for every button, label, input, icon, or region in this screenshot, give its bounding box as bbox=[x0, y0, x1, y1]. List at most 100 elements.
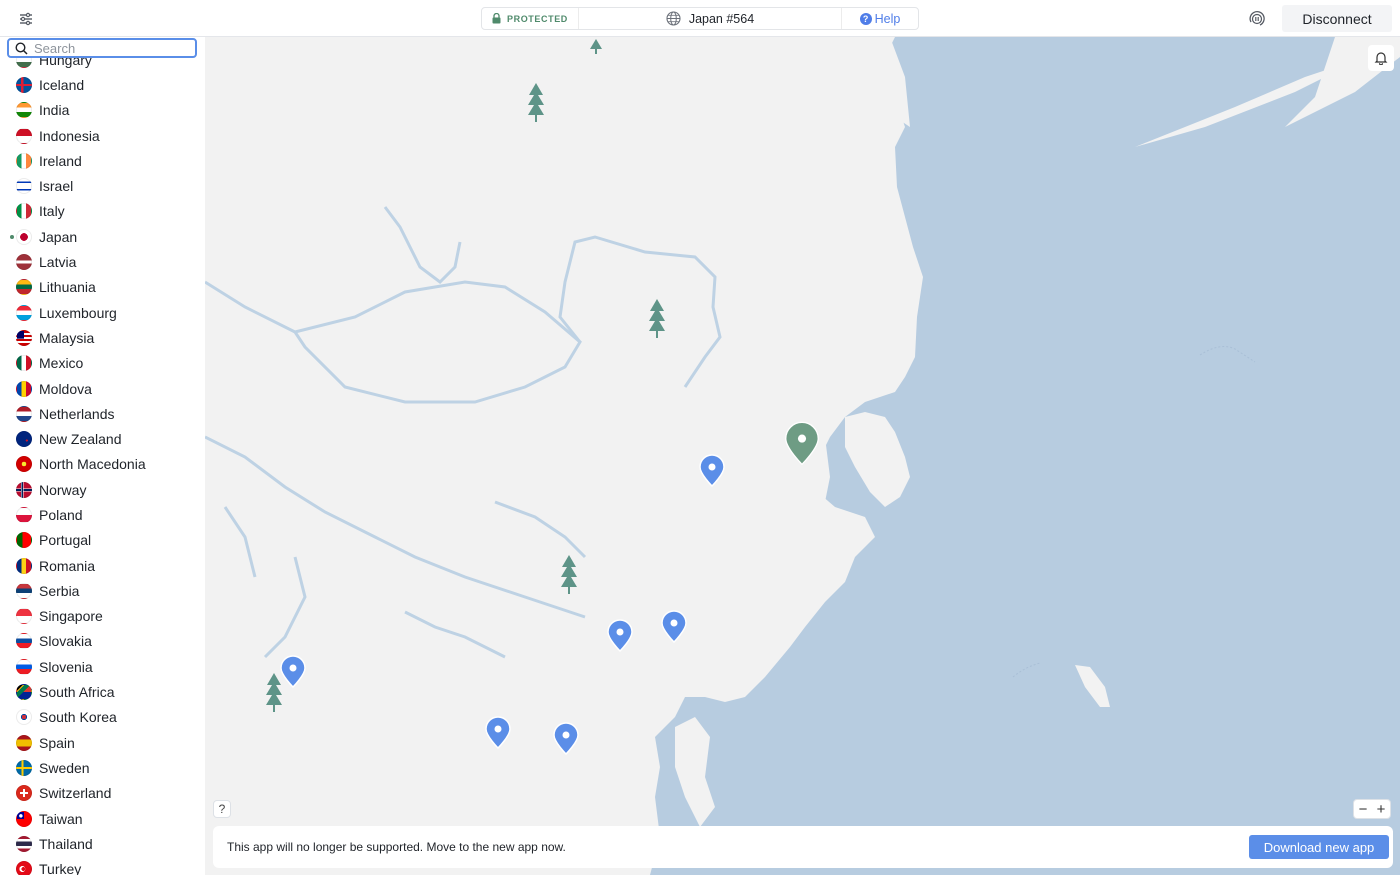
map-help-button[interactable]: ? bbox=[213, 800, 231, 818]
italy-flag-icon bbox=[16, 203, 32, 220]
country-item-serbia[interactable]: Serbia bbox=[0, 578, 205, 603]
country-name: Ireland bbox=[39, 152, 82, 169]
map-view[interactable]: ? − + This app will no longer be support… bbox=[205, 37, 1400, 875]
settings-sliders-icon[interactable] bbox=[16, 10, 36, 28]
singapore-flag-icon bbox=[16, 608, 32, 625]
current-server[interactable]: Japan #564 bbox=[579, 8, 842, 29]
country-item-ireland[interactable]: Ireland bbox=[0, 148, 205, 173]
country-name: South Korea bbox=[39, 709, 117, 726]
server-pin-thailand[interactable] bbox=[484, 716, 512, 750]
country-name: Serbia bbox=[39, 582, 80, 599]
country-item-portugal[interactable]: Portugal bbox=[0, 528, 205, 553]
server-pin-korea[interactable] bbox=[698, 454, 726, 488]
country-name: Slovakia bbox=[39, 633, 92, 650]
country-name: Sweden bbox=[39, 759, 90, 776]
country-name: Iceland bbox=[39, 76, 85, 93]
lithuania-flag-icon bbox=[16, 279, 32, 296]
country-item-indonesia[interactable]: Indonesia bbox=[0, 123, 205, 148]
tree-icon bbox=[561, 555, 577, 594]
south-korea-flag-icon bbox=[16, 709, 32, 726]
connected-indicator bbox=[10, 235, 14, 240]
disconnect-button[interactable]: Disconnect bbox=[1282, 5, 1392, 32]
country-name: India bbox=[39, 102, 70, 119]
notifications-bell-icon[interactable] bbox=[1368, 45, 1394, 71]
help-link[interactable]: ? Help bbox=[842, 8, 918, 29]
deprecation-banner: This app will no longer be supported. Mo… bbox=[213, 826, 1393, 868]
country-name: Singapore bbox=[39, 608, 103, 625]
banner-message: This app will no longer be supported. Mo… bbox=[227, 840, 566, 854]
server-pin-vietnam[interactable] bbox=[552, 722, 580, 756]
north-macedonia-flag-icon bbox=[16, 456, 32, 473]
thailand-flag-icon bbox=[16, 835, 32, 852]
country-item-spain[interactable]: Spain bbox=[0, 730, 205, 755]
indonesia-flag-icon bbox=[16, 127, 32, 144]
country-item-latvia[interactable]: Latvia bbox=[0, 249, 205, 274]
country-name: Indonesia bbox=[39, 127, 100, 144]
country-item-iceland[interactable]: Iceland bbox=[0, 72, 205, 97]
country-item-italy[interactable]: Italy bbox=[0, 199, 205, 224]
country-item-turkey[interactable]: Turkey bbox=[0, 857, 205, 875]
country-item-sweden[interactable]: Sweden bbox=[0, 755, 205, 780]
luxembourg-flag-icon bbox=[16, 304, 32, 321]
zoom-out-button[interactable]: − bbox=[1354, 800, 1372, 818]
server-pin-taiwan[interactable] bbox=[660, 610, 688, 644]
country-item-slovakia[interactable]: Slovakia bbox=[0, 629, 205, 654]
country-item-japan[interactable]: Japan bbox=[0, 224, 205, 249]
connection-status-bar: PROTECTED Japan #564 ? Help bbox=[481, 7, 919, 30]
country-item-india[interactable]: India bbox=[0, 98, 205, 123]
country-sidebar: HungaryIcelandIndiaIndonesiaIrelandIsrae… bbox=[0, 37, 205, 875]
protection-status: PROTECTED bbox=[482, 8, 579, 29]
server-pin-hong-kong[interactable] bbox=[606, 619, 634, 653]
search-box[interactable] bbox=[7, 38, 197, 58]
country-name: Turkey bbox=[39, 861, 82, 875]
country-item-switzerland[interactable]: Switzerland bbox=[0, 781, 205, 806]
latvia-flag-icon bbox=[16, 254, 32, 271]
pause-icon[interactable] bbox=[1247, 9, 1267, 29]
landmass-hainan bbox=[560, 693, 584, 717]
country-item-south-africa[interactable]: South Africa bbox=[0, 679, 205, 704]
portugal-flag-icon bbox=[16, 532, 32, 549]
country-item-romania[interactable]: Romania bbox=[0, 553, 205, 578]
country-item-taiwan[interactable]: Taiwan bbox=[0, 806, 205, 831]
country-name: Slovenia bbox=[39, 658, 93, 675]
country-item-netherlands[interactable]: Netherlands bbox=[0, 401, 205, 426]
country-name: Malaysia bbox=[39, 329, 95, 346]
search-input[interactable] bbox=[34, 40, 184, 56]
country-item-moldova[interactable]: Moldova bbox=[0, 376, 205, 401]
country-item-lithuania[interactable]: Lithuania bbox=[0, 275, 205, 300]
server-pin-japan-connected[interactable] bbox=[783, 421, 821, 467]
tree-icon bbox=[649, 299, 665, 338]
download-new-app-button[interactable]: Download new app bbox=[1249, 835, 1389, 859]
spain-flag-icon bbox=[16, 734, 32, 751]
country-item-slovenia[interactable]: Slovenia bbox=[0, 654, 205, 679]
romania-flag-icon bbox=[16, 557, 32, 574]
country-item-new-zealand[interactable]: New Zealand bbox=[0, 426, 205, 451]
country-item-mexico[interactable]: Mexico bbox=[0, 351, 205, 376]
country-item-malaysia[interactable]: Malaysia bbox=[0, 325, 205, 350]
zoom-in-button[interactable]: + bbox=[1372, 800, 1390, 818]
country-name: Japan bbox=[39, 228, 78, 245]
country-name: Italy bbox=[39, 203, 65, 220]
search-icon bbox=[15, 41, 28, 55]
landmass-korea bbox=[845, 412, 910, 507]
country-item-luxembourg[interactable]: Luxembourg bbox=[0, 300, 205, 325]
country-name: Taiwan bbox=[39, 810, 83, 827]
country-name: Luxembourg bbox=[39, 304, 117, 321]
country-item-south-korea[interactable]: South Korea bbox=[0, 705, 205, 730]
country-item-singapore[interactable]: Singapore bbox=[0, 604, 205, 629]
country-name: Romania bbox=[39, 557, 96, 574]
server-pin-india[interactable] bbox=[279, 655, 307, 689]
country-item-north-macedonia[interactable]: North Macedonia bbox=[0, 452, 205, 477]
country-item-thailand[interactable]: Thailand bbox=[0, 831, 205, 856]
country-item-poland[interactable]: Poland bbox=[0, 502, 205, 527]
landmass-island-east bbox=[1075, 665, 1110, 707]
country-name: Thailand bbox=[39, 835, 93, 852]
country-name: Latvia bbox=[39, 254, 77, 271]
country-name: Portugal bbox=[39, 532, 92, 549]
country-item-norway[interactable]: Norway bbox=[0, 477, 205, 502]
help-icon: ? bbox=[859, 12, 872, 25]
country-name: New Zealand bbox=[39, 431, 122, 448]
sweden-flag-icon bbox=[16, 759, 32, 776]
landmass-philippines bbox=[675, 717, 715, 827]
country-item-israel[interactable]: Israel bbox=[0, 173, 205, 198]
